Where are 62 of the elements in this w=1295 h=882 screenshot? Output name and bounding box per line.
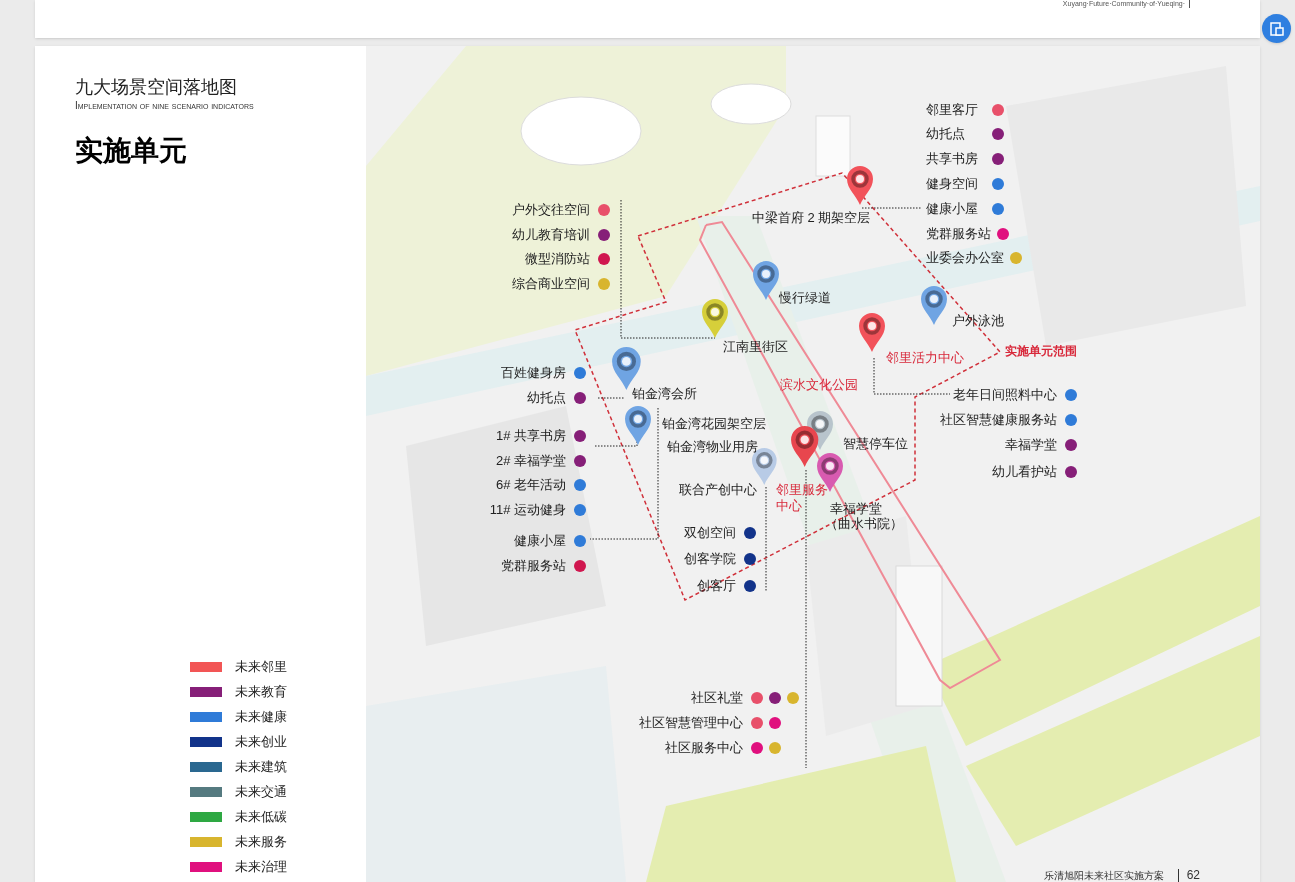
page-number: 62	[1177, 869, 1200, 882]
point-label: 幼托点	[527, 389, 566, 407]
point-label: 老年日间照料中心	[953, 386, 1057, 404]
place-label: 邻里服务中心	[776, 482, 828, 514]
page-subtitle: Implementation of nine scenario indicators	[75, 100, 255, 112]
point-label: 邻里客厅	[926, 101, 979, 119]
point-label: 幼儿教育培训	[512, 226, 590, 244]
point-label: 健康小屋	[514, 532, 566, 550]
place-label: 中梁首府 2 期架空层	[752, 210, 871, 226]
legend-label: 未来交通	[235, 783, 287, 801]
point-label: 百姓健身房	[501, 364, 566, 382]
leader-line	[597, 397, 626, 399]
legend-label: 未来治理	[235, 858, 287, 876]
page-title: 九大场景空间落地图	[75, 76, 238, 98]
point-label: 微型消防站	[525, 250, 590, 268]
point-label: 共享书房	[926, 150, 979, 168]
document-icon	[1269, 21, 1284, 36]
place-label: 慢行绿道	[779, 290, 831, 306]
point-label: 社区智慧管理中心	[639, 714, 743, 732]
legend-label: 未来低碳	[235, 808, 287, 826]
place-label: 邻里活力中心	[886, 350, 964, 366]
point-label: 党群服务站	[926, 225, 991, 243]
point-label: 幼儿看护站	[992, 463, 1057, 481]
legend-label: 未来健康	[235, 708, 287, 726]
legend-label: 未来邻里	[235, 658, 287, 676]
point-label: 社区礼堂	[691, 689, 743, 707]
place-label: 智慧停车位	[843, 436, 908, 452]
point-label: 健身空间	[926, 175, 979, 193]
leader-line	[861, 207, 923, 209]
document-button[interactable]	[1262, 14, 1291, 43]
legend-label: 未来创业	[235, 733, 287, 751]
point-label: 社区智慧健康服务站	[940, 411, 1057, 429]
point-label: 社区服务中心	[665, 739, 743, 757]
place-label: 户外泳池	[952, 313, 1004, 329]
place-label: （曲水书院）	[825, 516, 903, 532]
point-label: 幸福学堂	[1005, 436, 1057, 454]
place-label: 滨水文化公园	[780, 377, 858, 393]
point-label: 户外交往空间	[512, 201, 590, 219]
point-label: 创客学院	[684, 550, 736, 568]
legend-label: 未来服务	[235, 833, 287, 851]
point-label: 双创空间	[684, 524, 736, 542]
point-label: 健康小屋	[926, 200, 979, 218]
point-label: 党群服务站	[501, 557, 566, 575]
point-label: 2# 幸福学堂	[495, 452, 566, 470]
place-label: 铂金湾花园架空层	[662, 416, 766, 432]
point-label: 11# 运动健身	[489, 501, 566, 519]
footer-title: 乐清旭阳未来社区实施方案	[1043, 870, 1164, 882]
place-label: 幸福学堂	[830, 501, 882, 517]
place-label: 实施单元范围	[1005, 343, 1077, 359]
legend-label: 未来建筑	[235, 758, 287, 776]
point-label: 创客厅	[697, 577, 736, 595]
place-label: 江南里街区	[723, 339, 788, 355]
point-label: 6# 老年活动	[495, 476, 566, 494]
point-label: 综合商业空间	[512, 275, 590, 293]
place-label: 铂金湾会所	[632, 386, 697, 402]
section-heading: 实施单元	[75, 134, 188, 168]
place-label: 联合产创中心	[679, 482, 757, 498]
point-label: 1# 共享书房	[495, 427, 566, 445]
point-label: 幼托点	[926, 125, 966, 143]
place-label: 铂金湾物业用房	[667, 439, 758, 455]
point-label: 业委会办公室	[926, 249, 1004, 267]
legend-label: 未来教育	[235, 683, 287, 701]
